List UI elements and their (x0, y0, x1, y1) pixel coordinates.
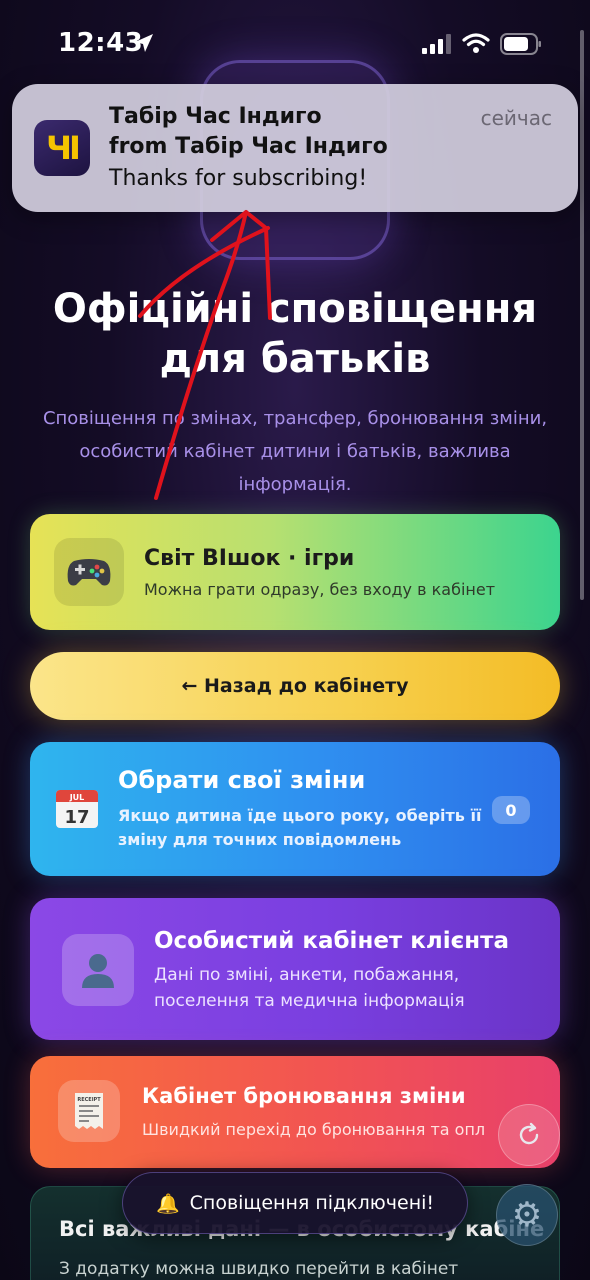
back-to-cabinet-button[interactable]: ← Назад до кабінету (30, 652, 560, 720)
booking-cabinet-desc: Швидкий перехід до бронювання та опл (142, 1120, 486, 1139)
choose-shifts-title: Обрати свої зміни (118, 766, 366, 794)
receipt-icon: RECEIPT (58, 1080, 120, 1142)
battery-icon (500, 33, 541, 55)
wifi-icon (462, 33, 490, 53)
refresh-button[interactable] (498, 1104, 560, 1166)
games-card-desc: Можна грати одразу, без входу в кабінет (144, 580, 496, 599)
cellular-signal-icon (422, 34, 451, 54)
shift-count-badge: 0 (492, 796, 530, 824)
booking-cabinet-title: Кабінет бронювання зміни (142, 1084, 466, 1108)
choose-shifts-card[interactable]: JUL 17 Обрати свої зміни Якщо дитина їде… (30, 742, 560, 876)
notifications-connected-toast: 🔔 Сповіщення підключені! (122, 1172, 468, 1234)
svg-text:JUL: JUL (69, 793, 85, 802)
bell-icon: 🔔 (155, 1192, 180, 1215)
games-card[interactable]: Світ ВІшок · ігри Можна грати одразу, бе… (30, 514, 560, 630)
notification-from: from Табір Час Індиго (109, 134, 388, 159)
booking-cabinet-card[interactable]: RECEIPT Кабінет бронювання зміни Швидкий… (30, 1056, 560, 1168)
toast-text: Сповіщення підключені! (189, 1192, 435, 1214)
page-title-line2: для батьків (159, 336, 431, 382)
client-cabinet-card[interactable]: Особистий кабінет клієнта Дані по зміні,… (30, 898, 560, 1040)
location-arrow-icon (135, 34, 153, 52)
page-subtitle: Сповіщення по змінах, трансфер, бронюван… (42, 408, 548, 495)
notification-body: Thanks for subscribing! (109, 166, 368, 191)
choose-shifts-desc: Якщо дитина їде цього року, оберіть її з… (118, 806, 482, 849)
games-card-title: Світ ВІшок · ігри (144, 546, 355, 571)
user-silhouette-icon (62, 934, 134, 1006)
notification-title: Табір Час Індиго (109, 104, 322, 129)
client-cabinet-title: Особистий кабінет клієнта (154, 928, 509, 954)
gamepad-icon (54, 538, 124, 606)
page-title: Офіційні сповіщення для батьків (0, 284, 590, 384)
page-title-line1: Офіційні сповіщення (52, 286, 538, 332)
app-icon: ЧІ (34, 120, 90, 176)
calendar-icon: JUL 17 (56, 790, 98, 828)
notification-time: сейчас (480, 106, 552, 130)
status-time: 12:43 (58, 28, 144, 58)
svg-text:17: 17 (64, 807, 89, 828)
gear-icon: ⚙ (511, 1195, 543, 1235)
info-card-desc: З додатку можна швидко перейти в кабінет (59, 1259, 459, 1279)
settings-button[interactable]: ⚙ (496, 1184, 558, 1246)
client-cabinet-desc: Дані по зміні, анкети, побажання, поселе… (154, 965, 465, 1011)
notification-banner[interactable]: ЧІ Табір Час Індиго from Табір Час Індиг… (12, 84, 578, 212)
refresh-icon (519, 1122, 539, 1145)
svg-text:RECEIPT: RECEIPT (77, 1097, 101, 1103)
